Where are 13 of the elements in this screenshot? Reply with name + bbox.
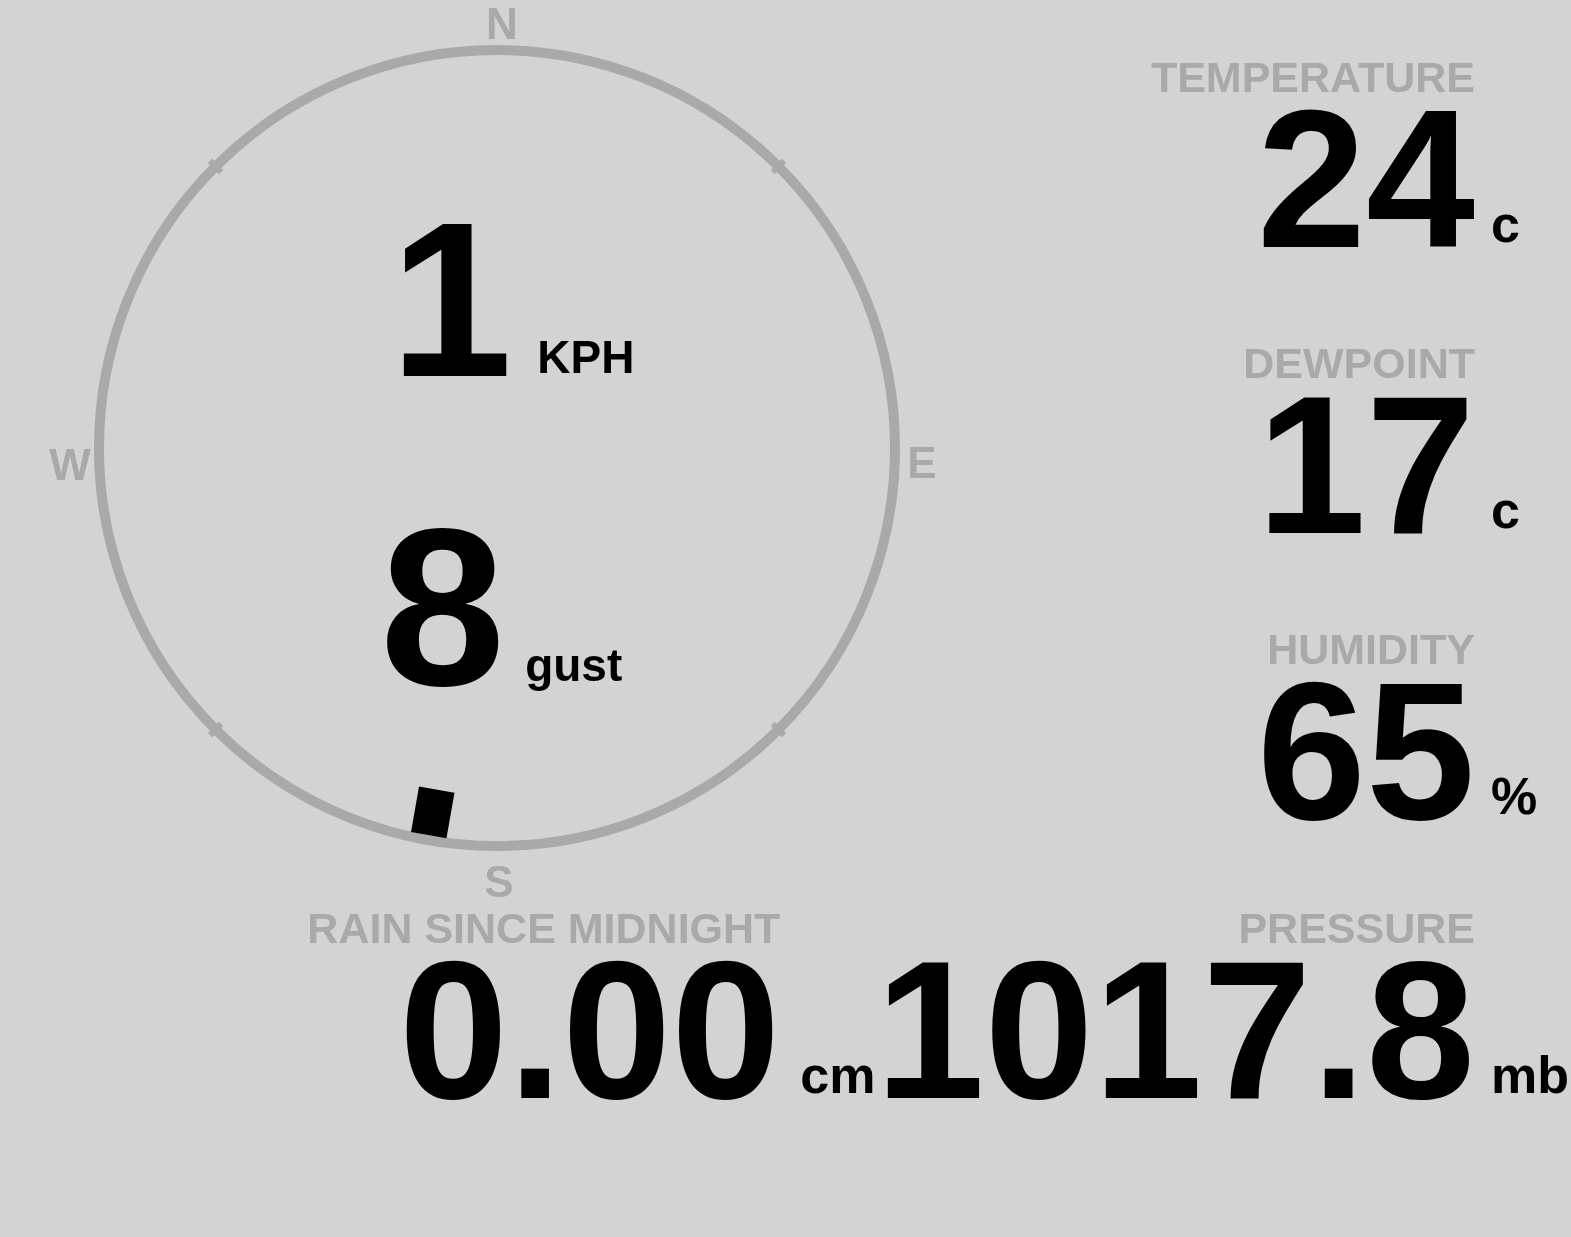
- wind-speed-value: 1: [390, 210, 513, 390]
- pressure-unit: mb: [1490, 1049, 1569, 1101]
- rain-unit: cm: [799, 1049, 876, 1101]
- rain-value: 0.00: [398, 951, 781, 1111]
- wind-speed-unit: KPH: [537, 334, 635, 380]
- stat-value: 24: [1257, 100, 1475, 260]
- gust-speed-value: 8: [380, 515, 506, 700]
- stat-value: 17: [1257, 386, 1475, 546]
- pressure-value: 1017.8: [875, 951, 1475, 1111]
- stat-unit: c: [1490, 198, 1520, 250]
- stat-unit: %: [1490, 770, 1538, 822]
- stat-value: 65: [1257, 672, 1475, 832]
- stat-unit: c: [1490, 484, 1520, 536]
